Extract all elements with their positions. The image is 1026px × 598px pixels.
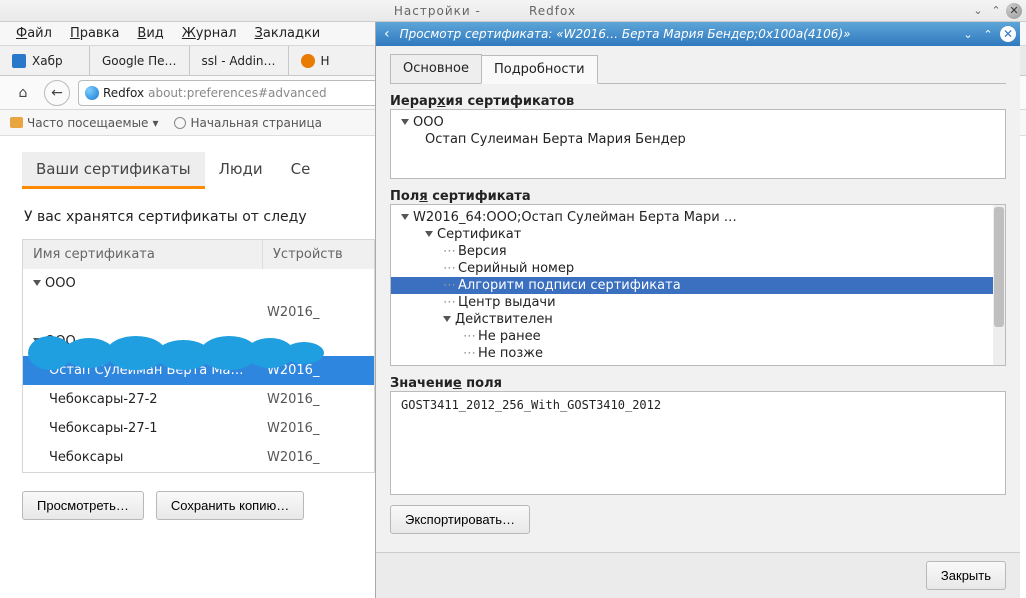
tree-item-serial[interactable]: Серийный номер bbox=[391, 260, 1005, 277]
favicon-icon bbox=[12, 54, 26, 68]
cert-item-row[interactable]: Чебоксары-27-2 W2016_ bbox=[23, 385, 374, 414]
tab-details[interactable]: Подробности bbox=[481, 55, 598, 84]
scrollbar-thumb[interactable] bbox=[994, 207, 1004, 327]
tab-label: Н bbox=[321, 54, 330, 68]
back-button[interactable]: ← bbox=[44, 80, 70, 106]
dialog-titlebar: ‹ Просмотр сертификата: «W2016… Берта Ма… bbox=[376, 22, 1020, 46]
col-device[interactable]: Устройств bbox=[263, 240, 374, 269]
hierarchy-label: Иерархия сертификатов bbox=[390, 94, 1006, 109]
home-button[interactable]: ⌂ bbox=[10, 80, 36, 106]
window-maximize-icon[interactable]: ⌃ bbox=[988, 3, 1004, 19]
menu-history[interactable]: Журнал bbox=[182, 26, 237, 41]
tab-label: Google Пе… bbox=[102, 54, 177, 68]
tab-ssl[interactable]: ssl - Addin… bbox=[190, 46, 289, 75]
tree-item[interactable]: Остап Сулеиман Берта Мария Бендер bbox=[391, 131, 1005, 148]
nav-prev-icon[interactable]: ‹ bbox=[378, 26, 396, 42]
hierarchy-tree[interactable]: ООО Остап Сулеиман Берта Мария Бендер bbox=[390, 109, 1006, 179]
window-close-icon[interactable]: ✕ bbox=[1006, 3, 1022, 19]
menu-bookmarks[interactable]: Закладки bbox=[255, 26, 321, 41]
window-title-left: Настройки - bbox=[394, 4, 481, 18]
cert-table-header: Имя сертификата Устройств bbox=[23, 240, 374, 269]
cert-device: W2016_ bbox=[263, 303, 374, 322]
menu-file[interactable]: Файл bbox=[16, 26, 52, 41]
dialog-tabs: Основное Подробности bbox=[390, 54, 1006, 84]
chevron-down-icon: ▾ bbox=[152, 116, 158, 130]
tab-partial[interactable]: Н bbox=[289, 46, 379, 75]
tree-item-validity[interactable]: Действителен bbox=[391, 311, 1005, 328]
tree-item-notafter[interactable]: Не позже bbox=[391, 345, 1005, 362]
tree-item-issuer[interactable]: Центр выдачи bbox=[391, 294, 1005, 311]
view-button[interactable]: Просмотреть… bbox=[22, 491, 144, 520]
tree-item-sigalg[interactable]: Алгоритм подписи сертификата bbox=[391, 277, 1005, 294]
tab-general[interactable]: Основное bbox=[390, 54, 482, 83]
cert-name: Чебоксары bbox=[49, 450, 123, 465]
url-host: Redfox bbox=[103, 86, 144, 100]
cert-name: Чебоксары-27-1 bbox=[49, 421, 158, 436]
tab-label: ssl - Addin… bbox=[202, 54, 276, 68]
favicon-icon bbox=[301, 54, 315, 68]
tab-habr[interactable]: Хабр bbox=[0, 46, 90, 75]
col-name[interactable]: Имя сертификата bbox=[23, 240, 263, 269]
cert-description: У вас хранятся сертификаты от следу bbox=[24, 209, 375, 225]
redaction-overlay bbox=[28, 336, 328, 370]
cert-subtabs: Ваши сертификаты Люди Се bbox=[22, 152, 375, 191]
globe-icon bbox=[174, 117, 186, 129]
url-path: about:preferences#advanced bbox=[148, 86, 327, 100]
cert-device: W2016_ bbox=[263, 390, 374, 409]
cert-item-row[interactable]: W2016_ bbox=[23, 298, 374, 327]
tab-people[interactable]: Люди bbox=[205, 152, 277, 189]
tree-item-version[interactable]: Версия bbox=[391, 243, 1005, 260]
tab-servers[interactable]: Се bbox=[277, 152, 325, 189]
site-identity-icon bbox=[85, 86, 99, 100]
value-label: Значение поля bbox=[390, 376, 1006, 391]
dialog-minimize-icon[interactable]: ⌄ bbox=[960, 26, 976, 42]
cert-group-row[interactable]: ООО bbox=[23, 269, 374, 298]
tree-item[interactable]: W2016_64:ООО;Остап Сулейман Берта Мари … bbox=[391, 209, 1005, 226]
fields-label: Поля сертификата bbox=[390, 189, 1006, 204]
window-title-right: Redfox bbox=[529, 4, 576, 18]
export-button[interactable]: Экспортировать… bbox=[390, 505, 530, 534]
dialog-title: Просмотр сертификата: «W2016… Берта Мари… bbox=[396, 27, 960, 41]
dialog-close-icon[interactable]: ✕ bbox=[1000, 26, 1016, 42]
cert-viewer-dialog: ‹ Просмотр сертификата: «W2016… Берта Ма… bbox=[375, 22, 1020, 598]
window-minimize-icon[interactable]: ⌄ bbox=[970, 3, 986, 19]
scrollbar[interactable] bbox=[993, 205, 1005, 365]
folder-icon bbox=[10, 117, 23, 128]
bookmark-most-visited[interactable]: Часто посещаемые ▾ bbox=[10, 116, 158, 130]
cert-device: W2016_ bbox=[263, 448, 374, 467]
dialog-maximize-icon[interactable]: ⌃ bbox=[980, 26, 996, 42]
tree-item-notbefore[interactable]: Не ранее bbox=[391, 328, 1005, 345]
cert-device bbox=[263, 274, 374, 293]
tab-label: Хабр bbox=[32, 54, 63, 68]
bookmark-home[interactable]: Начальная страница bbox=[174, 116, 322, 130]
bookmark-label: Начальная страница bbox=[190, 116, 322, 130]
fields-tree[interactable]: W2016_64:ООО;Остап Сулейман Берта Мари …… bbox=[390, 204, 1006, 366]
close-button[interactable]: Закрыть bbox=[926, 561, 1006, 590]
field-value-box[interactable]: GOST3411_2012_256_With_GOST3410_2012 bbox=[390, 391, 1006, 495]
cert-name: ООО bbox=[45, 276, 76, 291]
bookmark-label: Часто посещаемые bbox=[27, 116, 148, 130]
tree-item[interactable]: ООО bbox=[391, 114, 1005, 131]
tab-your-certs[interactable]: Ваши сертификаты bbox=[22, 152, 205, 189]
cert-item-row[interactable]: Чебоксары-27-1 W2016_ bbox=[23, 414, 374, 443]
cert-name: Чебоксары-27-2 bbox=[49, 392, 158, 407]
menu-view[interactable]: Вид bbox=[137, 26, 163, 41]
tab-google[interactable]: Google Пе… bbox=[90, 46, 190, 75]
menu-edit[interactable]: Правка bbox=[70, 26, 119, 41]
parent-window-titlebar: Настройки - Redfox ⌄ ⌃ ✕ bbox=[0, 0, 1026, 22]
backup-button[interactable]: Сохранить копию… bbox=[156, 491, 304, 520]
cert-device: W2016_ bbox=[263, 419, 374, 438]
tree-item[interactable]: Сертификат bbox=[391, 226, 1005, 243]
cert-item-row[interactable]: Чебоксары W2016_ bbox=[23, 443, 374, 472]
field-value: GOST3411_2012_256_With_GOST3410_2012 bbox=[401, 398, 661, 412]
